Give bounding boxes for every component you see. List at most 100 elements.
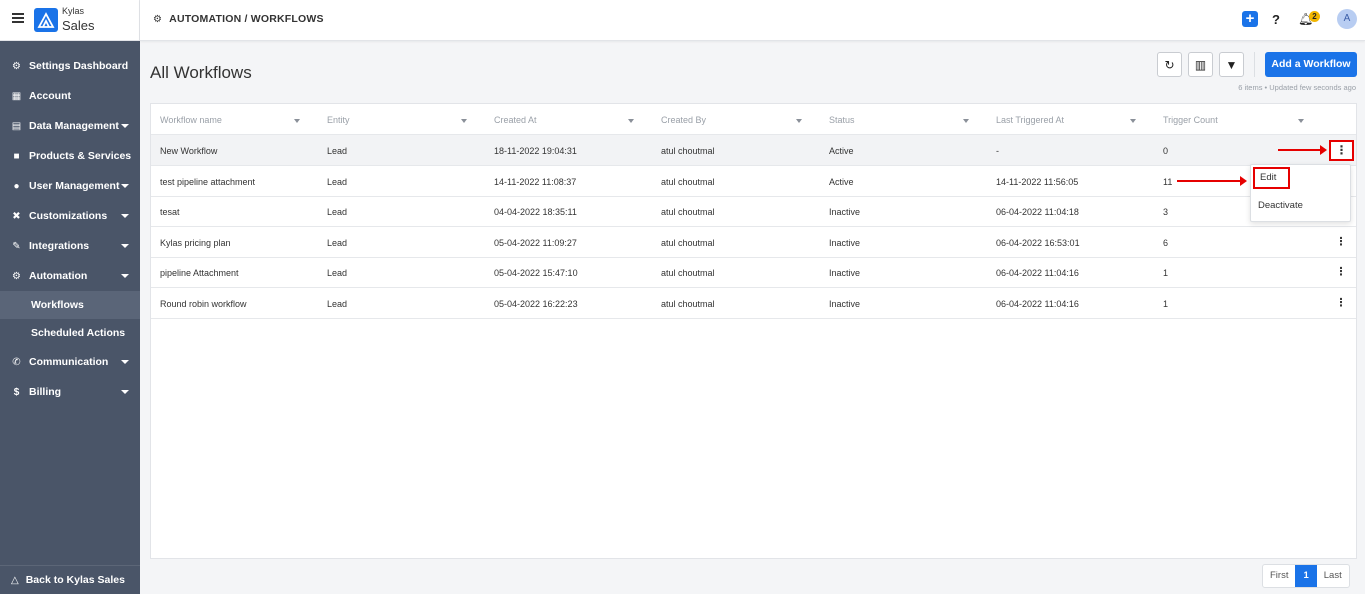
column-header-status[interactable]: Status <box>829 115 855 125</box>
cell-workflow-name[interactable]: Kylas pricing plan <box>160 238 231 248</box>
quick-add-button[interactable]: + <box>1242 11 1258 27</box>
cell-created-by: atul choutmal <box>661 177 715 187</box>
cell-created-by: atul choutmal <box>661 299 715 309</box>
column-header-created-at[interactable]: Created At <box>494 115 537 125</box>
add-workflow-button[interactable]: Add a Workflow <box>1265 52 1357 77</box>
cell-last-triggered-at: 14-11-2022 11:56:05 <box>996 177 1079 187</box>
notification-badge: 2 <box>1309 11 1320 22</box>
sidebar-item-data-management[interactable]: ▤ Data Management <box>0 111 140 141</box>
table-row[interactable]: Kylas pricing plan Lead 05-04-2022 11:09… <box>151 227 1356 258</box>
row-actions-kebab-icon[interactable]: ⋮ <box>1329 140 1354 161</box>
row-actions-kebab-icon[interactable]: ⋮ <box>1334 296 1348 310</box>
cell-created-by: atul choutmal <box>661 238 715 248</box>
column-header-created-by[interactable]: Created By <box>661 115 706 125</box>
cell-workflow-name[interactable]: New Workflow <box>160 146 217 156</box>
table-row[interactable]: pipeline Attachment Lead 05-04-2022 15:4… <box>151 257 1356 288</box>
users-icon: ● <box>13 180 20 192</box>
row-actions-kebab-icon[interactable]: ⋮ <box>1334 265 1348 279</box>
cell-trigger-count: 1 <box>1163 268 1169 278</box>
cell-created-at: 14-11-2022 11:08:37 <box>494 177 577 187</box>
sidebar-subitem-scheduled-actions[interactable]: Scheduled Actions <box>0 319 140 347</box>
avatar[interactable]: A <box>1337 9 1357 29</box>
column-header-trigger-count[interactable]: Trigger Count <box>1163 115 1218 125</box>
sidebar-item-label: Data Management <box>29 120 119 132</box>
cell-last-triggered-at: - <box>996 146 999 156</box>
plug-icon: ✎ <box>12 240 21 252</box>
brand-name: Kylas <box>62 6 85 16</box>
back-to-kylas-sales-link[interactable]: △ Back to Kylas Sales <box>0 565 140 594</box>
cell-created-by: atul choutmal <box>661 146 715 156</box>
hamburger-menu-icon[interactable] <box>12 13 24 23</box>
cell-workflow-name[interactable]: pipeline Attachment <box>160 268 239 278</box>
row-actions-kebab-icon[interactable]: ⋮ <box>1334 235 1348 249</box>
caret-down-icon[interactable] <box>1130 119 1136 123</box>
breadcrumb-text: AUTOMATION / WORKFLOWS <box>169 13 324 25</box>
chevron-down-icon <box>121 214 129 218</box>
cell-status: Inactive <box>829 268 861 278</box>
pagination: First 1 Last <box>1262 564 1350 588</box>
building-icon: ▦ <box>11 90 22 102</box>
menu-item-deactivate[interactable]: Deactivate <box>1258 200 1303 211</box>
caret-down-icon[interactable] <box>963 119 969 123</box>
cell-entity: Lead <box>327 177 348 187</box>
pagination-last[interactable]: Last <box>1317 565 1349 587</box>
cell-status: Active <box>829 177 854 187</box>
cell-last-triggered-at: 06-04-2022 11:04:16 <box>996 299 1079 309</box>
refresh-icon: ↻ <box>1164 57 1175 72</box>
toolbar-divider <box>1254 52 1255 77</box>
cell-workflow-name[interactable]: Round robin workflow <box>160 299 247 309</box>
sidebar-item-label: Integrations <box>29 240 90 252</box>
columns-button[interactable]: ▥ <box>1188 52 1213 77</box>
cell-status: Inactive <box>829 207 861 217</box>
table-row[interactable]: Round robin workflow Lead 05-04-2022 16:… <box>151 288 1356 319</box>
refresh-button[interactable]: ↻ <box>1157 52 1182 77</box>
sidebar-item-integrations[interactable]: ✎ Integrations <box>0 231 140 261</box>
sidebar-item-settings-dashboard[interactable]: ⚙ Settings Dashboard <box>0 51 140 81</box>
cell-created-at: 05-04-2022 15:47:10 <box>494 268 578 278</box>
sidebar-item-billing[interactable]: $ Billing <box>0 377 140 407</box>
sidebar-item-account[interactable]: ▦ Account <box>0 81 140 111</box>
menu-item-edit[interactable]: Edit <box>1253 167 1290 189</box>
cell-entity: Lead <box>327 207 348 217</box>
caret-down-icon[interactable] <box>461 119 467 123</box>
pagination-page-1[interactable]: 1 <box>1295 565 1317 587</box>
help-icon[interactable]: ? <box>1272 12 1280 27</box>
sidebar-item-automation[interactable]: ⚙ Automation <box>0 261 140 291</box>
caret-down-icon[interactable] <box>628 119 634 123</box>
cell-workflow-name[interactable]: test pipeline attachment <box>160 177 255 187</box>
table-row[interactable]: test pipeline attachment Lead 14-11-2022… <box>151 166 1356 197</box>
table-header: Workflow name Entity Created At Created … <box>151 104 1356 135</box>
cell-last-triggered-at: 06-04-2022 11:04:16 <box>996 268 1079 278</box>
cell-status: Active <box>829 146 854 156</box>
caret-down-icon[interactable] <box>1298 119 1304 123</box>
column-header-last-triggered-at[interactable]: Last Triggered At <box>996 115 1064 125</box>
row-actions-menu: Edit Deactivate <box>1250 164 1351 222</box>
chevron-down-icon <box>121 274 129 278</box>
sidebar-nav: ⚙ Settings Dashboard ▦ Account ▤ Data Ma… <box>0 51 140 407</box>
table-row[interactable]: New Workflow Lead 18-11-2022 19:04:31 at… <box>151 135 1356 166</box>
table-row[interactable]: tesat Lead 04-04-2022 18:35:11 atul chou… <box>151 196 1356 227</box>
tools-icon: ✖ <box>12 210 21 222</box>
cell-trigger-count: 6 <box>1163 238 1169 248</box>
cell-last-triggered-at: 06-04-2022 16:53:01 <box>996 238 1080 248</box>
sidebar-item-user-management[interactable]: ● User Management <box>0 171 140 201</box>
sidebar-item-customizations[interactable]: ✖ Customizations <box>0 201 140 231</box>
pagination-first[interactable]: First <box>1263 565 1295 587</box>
kylas-logo-icon[interactable] <box>34 8 58 32</box>
sidebar-subitem-workflows[interactable]: Workflows <box>0 291 140 319</box>
sidebar-item-products-services[interactable]: ■ Products & Services <box>0 141 140 171</box>
cell-created-by: atul choutmal <box>661 207 715 217</box>
caret-down-icon[interactable] <box>294 119 300 123</box>
cell-workflow-name[interactable]: tesat <box>160 207 180 217</box>
cell-created-at: 04-04-2022 18:35:11 <box>494 207 577 217</box>
items-meta: 6 items • Updated few seconds ago <box>1238 83 1356 92</box>
cogs-icon: ⚙ <box>153 13 163 25</box>
column-header-workflow-name[interactable]: Workflow name <box>160 115 222 125</box>
filter-button[interactable]: ▼ <box>1219 52 1244 77</box>
column-header-entity[interactable]: Entity <box>327 115 350 125</box>
cell-created-by: atul choutmal <box>661 268 715 278</box>
sidebar-item-communication[interactable]: ✆ Communication <box>0 347 140 377</box>
caret-down-icon[interactable] <box>796 119 802 123</box>
dollar-icon: $ <box>13 386 20 398</box>
kylas-logo-icon: △ <box>11 574 19 586</box>
